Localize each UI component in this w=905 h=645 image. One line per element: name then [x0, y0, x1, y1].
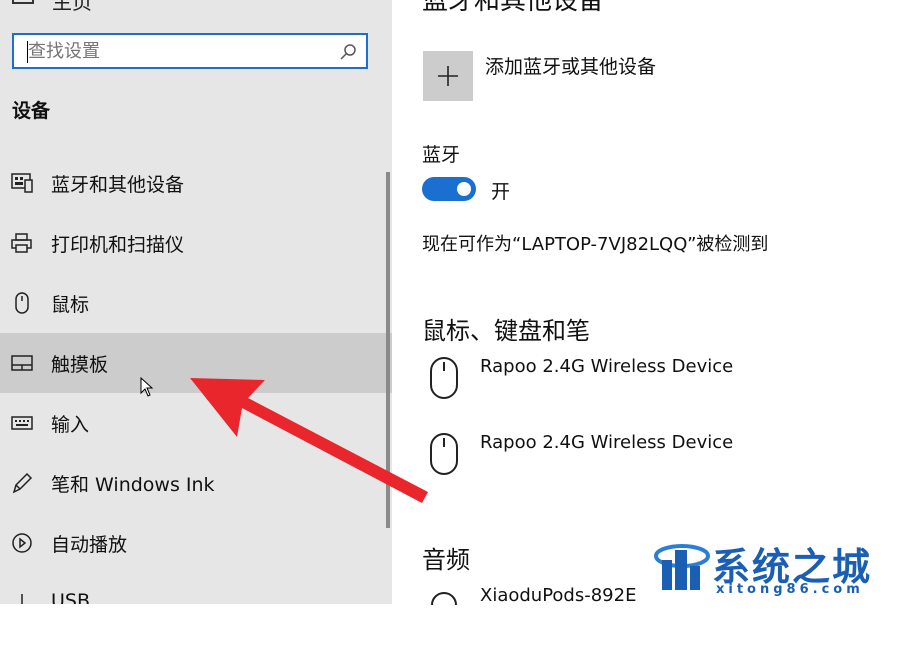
- mouse-keyboard-pen-heading: 鼠标、键盘和笔: [422, 317, 590, 345]
- device-item[interactable]: Rapoo 2.4G Wireless Device: [422, 356, 872, 416]
- settings-sidebar: 主页 设备 蓝牙和其他设备 打印机和扫描仪 鼠标: [0, 0, 392, 604]
- usb-icon: [21, 594, 23, 604]
- toggle-knob: [457, 182, 471, 196]
- sidebar-item-touchpad[interactable]: 触摸板: [0, 333, 392, 393]
- touchpad-icon: [11, 355, 33, 371]
- text-caret: [27, 41, 28, 63]
- mouse-icon: [430, 357, 458, 399]
- sidebar-item-usb[interactable]: USB: [0, 573, 392, 604]
- search-box[interactable]: [12, 33, 368, 69]
- mouse-icon: [430, 433, 458, 475]
- add-device-button[interactable]: [423, 51, 473, 101]
- autoplay-icon: [12, 533, 32, 553]
- sidebar-item-label: 蓝牙和其他设备: [51, 174, 185, 196]
- sidebar-item-printers[interactable]: 打印机和扫描仪: [0, 213, 392, 273]
- bluetooth-toggle[interactable]: [422, 177, 476, 201]
- sidebar-item-label: 鼠标: [51, 294, 90, 316]
- device-item[interactable]: Rapoo 2.4G Wireless Device: [422, 432, 872, 492]
- section-title-devices: 设备: [12, 100, 51, 122]
- page-title: 蓝牙和其他设备: [422, 0, 605, 16]
- city-logo-icon: [654, 544, 710, 590]
- sidebar-item-label: 自动播放: [51, 534, 128, 556]
- sidebar-item-label: 笔和 Windows Ink: [51, 474, 215, 496]
- search-icon[interactable]: [338, 42, 358, 62]
- sidebar-item-label: 输入: [51, 414, 90, 436]
- sidebar-item-typing[interactable]: 输入: [0, 393, 392, 453]
- device-name: Rapoo 2.4G Wireless Device: [480, 356, 734, 377]
- sidebar-item-autoplay[interactable]: 自动播放: [0, 513, 392, 573]
- home-link[interactable]: 主页: [52, 0, 92, 15]
- bluetooth-devices-icon: [11, 173, 33, 193]
- search-input[interactable]: [28, 40, 328, 62]
- bluetooth-toggle-state: 开: [491, 181, 511, 203]
- pen-icon: [12, 472, 33, 494]
- sidebar-scrollbar[interactable]: [386, 172, 390, 528]
- audio-heading: 音频: [422, 546, 470, 574]
- sidebar-item-label: USB: [51, 590, 91, 604]
- sidebar-item-pen[interactable]: 笔和 Windows Ink: [0, 453, 392, 513]
- sidebar-item-bluetooth[interactable]: 蓝牙和其他设备: [0, 153, 392, 213]
- watermark-subtitle: xitong86.com: [716, 582, 864, 597]
- sidebar-item-label: 触摸板: [51, 354, 109, 376]
- main-content: 蓝牙和其他设备 添加蓝牙或其他设备 蓝牙 开 现在可作为“LAPTOP-7VJ8…: [392, 0, 905, 606]
- home-icon[interactable]: [12, 0, 34, 4]
- sidebar-item-mouse[interactable]: 鼠标: [0, 273, 392, 333]
- plus-icon: [438, 66, 458, 86]
- device-name: Rapoo 2.4G Wireless Device: [480, 432, 734, 453]
- keyboard-icon: [11, 416, 33, 430]
- discoverable-status: 现在可作为“LAPTOP-7VJ82LQQ”被检测到: [422, 234, 769, 255]
- printer-icon: [11, 233, 32, 253]
- add-device-label[interactable]: 添加蓝牙或其他设备: [485, 52, 656, 79]
- bluetooth-heading: 蓝牙: [422, 144, 461, 166]
- mouse-cursor-icon: [140, 377, 154, 397]
- device-name: XiaoduPods-892E: [480, 585, 637, 606]
- sidebar-item-label: 打印机和扫描仪: [51, 234, 185, 256]
- headphones-icon: [431, 592, 457, 606]
- mouse-icon: [15, 292, 29, 314]
- watermark-logo: 系统之城 xitong86.com: [650, 536, 900, 600]
